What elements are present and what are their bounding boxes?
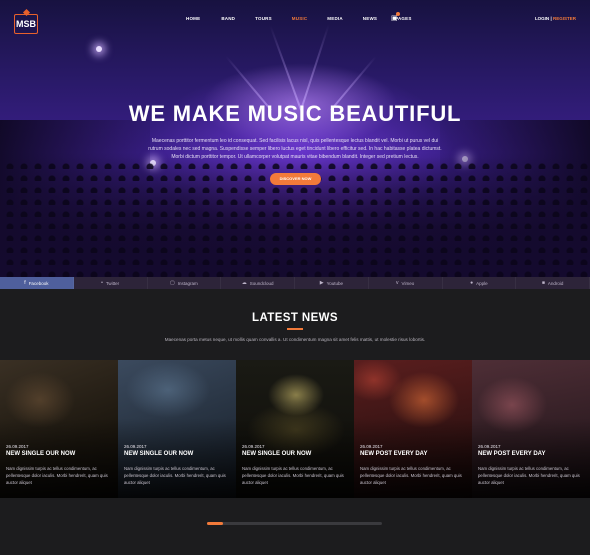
card-shade: [118, 418, 236, 498]
cart-badge: [396, 12, 400, 16]
social-youtube[interactable]: ▶ Youtube: [295, 277, 369, 289]
hero-title: WE MAKE MUSIC BEAUTIFUL: [128, 101, 462, 126]
nav-item-tours[interactable]: TOURS: [255, 16, 272, 21]
discover-now-button[interactable]: DISCOVER NOW: [270, 173, 321, 185]
social-facebook[interactable]: f Facebook: [0, 277, 74, 289]
title-underline: [287, 328, 303, 330]
social-instagram[interactable]: ▢ Instagram: [148, 277, 222, 289]
register-link[interactable]: REGISTER: [553, 16, 576, 21]
social-apple[interactable]: ● Apple: [443, 277, 517, 289]
news-card-title[interactable]: NEW SINGLE OUR NOW: [242, 451, 311, 457]
login-link[interactable]: LOGIN: [535, 16, 549, 21]
social-soundcloud[interactable]: ☁ Soundcloud: [221, 277, 295, 289]
social-label: Vimeo: [401, 280, 415, 286]
news-card[interactable]: 26.09.2017 NEW POST EVERY DAY Nam dignis…: [354, 360, 472, 498]
card-shade: [354, 418, 472, 498]
cart-icon[interactable]: ▣: [391, 12, 400, 22]
social-vimeo[interactable]: v Vimeo: [369, 277, 443, 289]
stage-beam: [269, 25, 302, 111]
auth-links: LOGIN | REGISTER: [535, 16, 576, 21]
nav-item-home[interactable]: HOME: [186, 16, 200, 21]
news-card-title[interactable]: NEW POST EVERY DAY: [478, 451, 545, 457]
logo-text: MSB: [16, 19, 36, 29]
stage-beam: [300, 24, 330, 111]
facebook-icon: f: [24, 280, 26, 286]
news-card-text: Nam dignissim turpis ac tellus condiment…: [360, 466, 462, 485]
android-icon: ■: [541, 280, 545, 286]
social-label: Youtube: [326, 280, 343, 286]
social-label: Twitter: [105, 280, 120, 286]
news-card-date: 26.09.2017: [242, 444, 265, 449]
twitter-icon: •: [101, 280, 103, 286]
news-card-text: Nam dignissim turpis ac tellus condiment…: [124, 466, 226, 485]
site-logo[interactable]: MSB: [14, 8, 38, 34]
social-label: Instagram: [177, 280, 198, 286]
social-android[interactable]: ■ Android: [516, 277, 590, 289]
news-card-text: Nam dignissim turpis ac tellus condiment…: [6, 466, 108, 485]
news-card[interactable]: 26.09.2017 NEW SINGLE OUR NOW Nam dignis…: [0, 360, 118, 498]
nav-item-news[interactable]: NEWS: [363, 16, 377, 21]
news-section-subtitle: Maecenas porta metus neque, ut mollis qu…: [164, 337, 426, 342]
youtube-icon: ▶: [319, 280, 324, 286]
news-card-text: Nam dignissim turpis ac tellus condiment…: [242, 466, 344, 485]
news-card[interactable]: 26.09.2017 NEW POST EVERY DAY Nam dignis…: [472, 360, 590, 498]
news-card-date: 26.09.2017: [360, 444, 383, 449]
news-card[interactable]: 26.09.2017 NEW SINGLE OUR NOW Nam dignis…: [118, 360, 236, 498]
social-label: Apple: [476, 280, 488, 286]
social-label: Facebook: [28, 280, 49, 286]
news-card-title[interactable]: NEW POST EVERY DAY: [360, 451, 427, 457]
social-label: Android: [547, 280, 564, 286]
news-section-title: LATEST NEWS: [252, 312, 338, 324]
social-bar: f Facebook • Twitter ▢ Instagram ☁ Sound…: [0, 277, 590, 289]
news-cards: 26.09.2017 NEW SINGLE OUR NOW Nam dignis…: [0, 360, 590, 498]
nav-item-media[interactable]: MEDIA: [327, 16, 343, 21]
apple-icon: ●: [470, 280, 474, 286]
hero-description: Maecenas porttitor fermentum leo id cons…: [148, 138, 442, 161]
nav-item-band[interactable]: BAND: [221, 16, 235, 21]
news-card[interactable]: 26.09.2017 NEW SINGLE OUR NOW Nam dignis…: [236, 360, 354, 498]
card-shade: [0, 418, 118, 498]
stage-light: [96, 46, 102, 52]
carousel-scroll-thumb[interactable]: [207, 522, 223, 525]
news-card-date: 26.09.2017: [124, 444, 147, 449]
news-card-date: 26.09.2017: [6, 444, 29, 449]
nav-item-music[interactable]: MUSIC: [292, 16, 308, 21]
main-nav: HOME BAND TOURS MUSIC MEDIA NEWS PAGES: [186, 16, 412, 21]
instagram-icon: ▢: [170, 280, 175, 286]
social-twitter[interactable]: • Twitter: [74, 277, 148, 289]
auth-separator: |: [550, 16, 552, 21]
news-card-title[interactable]: NEW SINGLE OUR NOW: [124, 451, 193, 457]
vimeo-icon: v: [396, 280, 399, 286]
news-card-title[interactable]: NEW SINGLE OUR NOW: [6, 451, 75, 457]
carousel-scrollbar[interactable]: [207, 522, 382, 525]
social-label: Soundcloud: [249, 280, 274, 286]
news-card-date: 26.09.2017: [478, 444, 501, 449]
soundcloud-icon: ☁: [241, 280, 247, 286]
card-shade: [472, 418, 590, 498]
card-shade: [236, 418, 354, 498]
news-card-text: Nam dignissim turpis ac tellus condiment…: [478, 466, 580, 485]
